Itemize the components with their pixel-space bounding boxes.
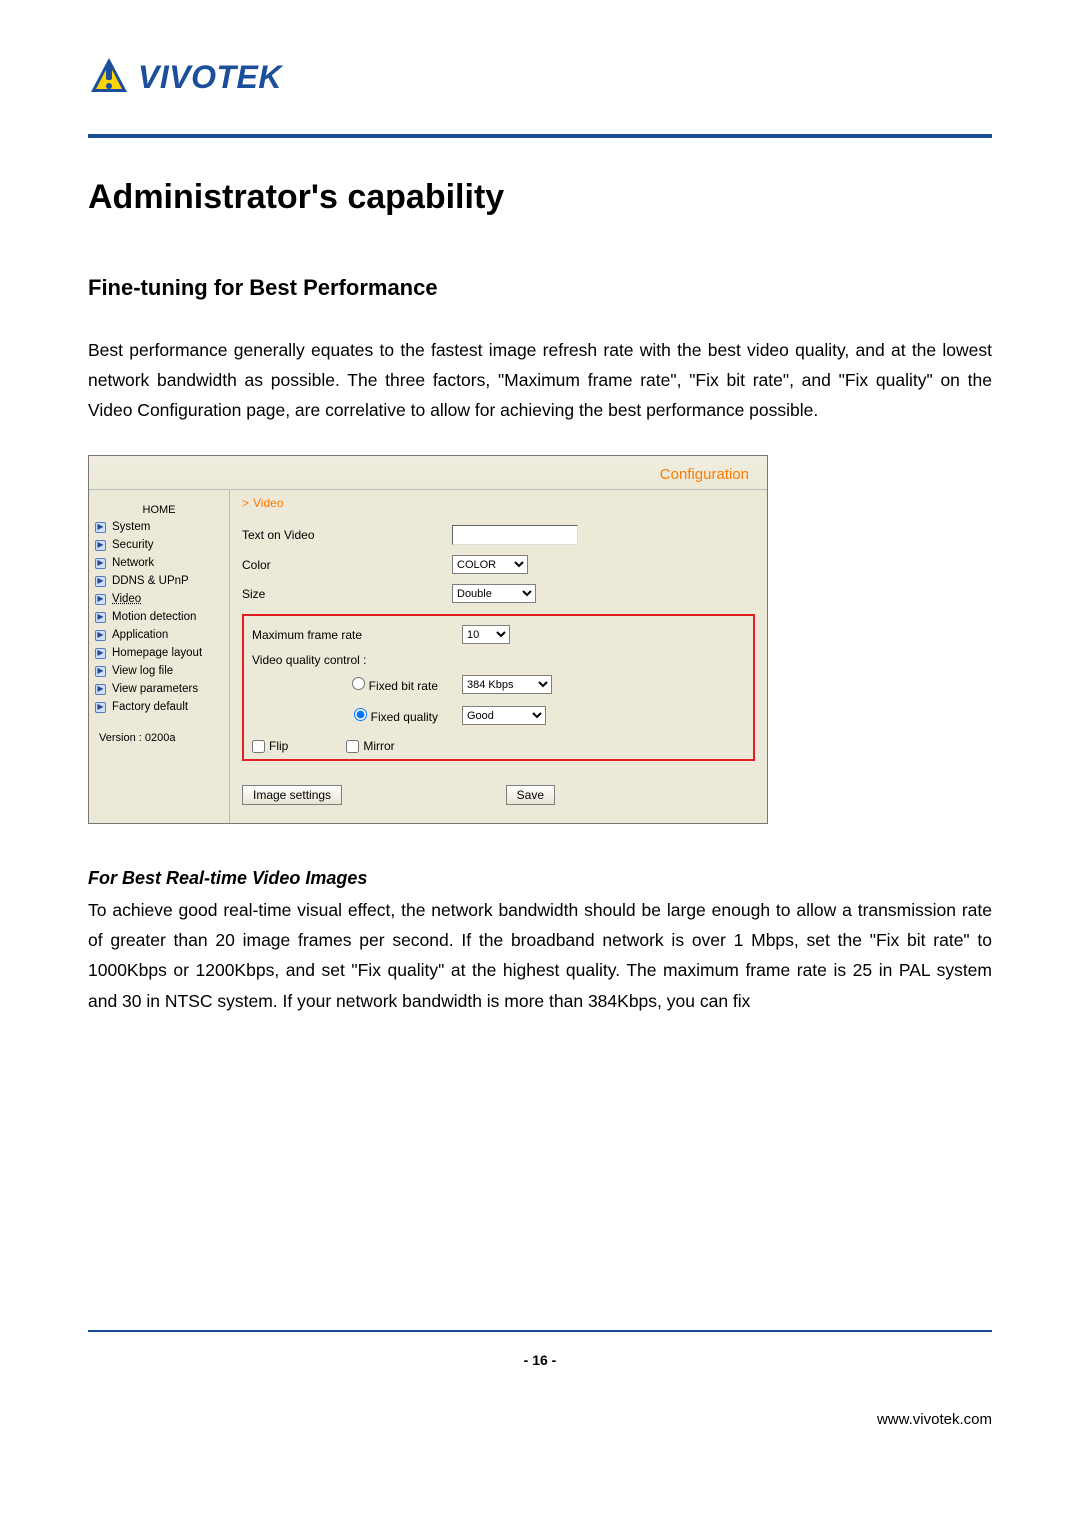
quality-select[interactable]: Good	[462, 706, 546, 725]
header-rule	[88, 134, 992, 138]
label-text-on-video: Text on Video	[242, 528, 452, 542]
sidebar-item-label: Application	[112, 629, 168, 641]
arrow-right-icon: ▶	[95, 576, 106, 587]
arrow-right-icon: ▶	[95, 540, 106, 551]
sidebar-item-motion-detection[interactable]: ▶ Motion detection	[95, 608, 223, 626]
breadcrumb: > Video	[242, 490, 755, 520]
sidebar-item-homepage-layout[interactable]: ▶ Homepage layout	[95, 644, 223, 662]
sidebar-item-network[interactable]: ▶ Network	[95, 554, 223, 572]
footer-rule	[88, 1330, 992, 1332]
flip-checkbox[interactable]	[252, 740, 265, 753]
section-heading: Fine-tuning for Best Performance	[88, 275, 992, 301]
label-size: Size	[242, 587, 452, 601]
save-button[interactable]: Save	[506, 785, 555, 805]
fixed-bit-rate-radio-label[interactable]: Fixed bit rate	[252, 677, 462, 693]
fixed-bit-rate-radio[interactable]	[352, 677, 365, 690]
sidebar-item-label: DDNS & UPnP	[112, 575, 189, 587]
sidebar-item-application[interactable]: ▶ Application	[95, 626, 223, 644]
label-flip: Flip	[269, 739, 288, 753]
highlighted-settings-box: Maximum frame rate 10 Video quality cont…	[242, 614, 755, 761]
label-mirror: Mirror	[363, 739, 394, 753]
sidebar-item-label: View log file	[112, 665, 173, 677]
arrow-right-icon: ▶	[95, 702, 106, 713]
breadcrumb-prefix: >	[242, 496, 249, 510]
sidebar-item-label: Factory default	[112, 701, 188, 713]
arrow-right-icon: ▶	[95, 666, 106, 677]
brand-logo: VIVOTEK	[88, 56, 992, 98]
sidebar-item-view-log-file[interactable]: ▶ View log file	[95, 662, 223, 680]
image-settings-button[interactable]: Image settings	[242, 785, 342, 805]
breadcrumb-video: Video	[253, 496, 283, 510]
sidebar-item-label: Network	[112, 557, 154, 569]
arrow-right-icon: ▶	[95, 612, 106, 623]
label-max-frame-rate: Maximum frame rate	[252, 628, 462, 642]
arrow-right-icon: ▶	[95, 630, 106, 641]
label-color: Color	[242, 558, 452, 572]
sidebar-version-label: Version : 0200a	[95, 716, 223, 744]
page-number: - 16 -	[0, 1352, 1080, 1368]
frame-rate-select[interactable]: 10	[462, 625, 510, 644]
label-video-quality-control: Video quality control :	[252, 649, 745, 671]
fixed-quality-radio-label[interactable]: Fixed quality	[252, 708, 462, 724]
label-fixed-quality: Fixed quality	[371, 710, 438, 724]
sidebar-item-label: View parameters	[112, 683, 198, 695]
arrow-right-icon: ▶	[95, 594, 106, 605]
sidebar-item-label: Homepage layout	[112, 647, 202, 659]
config-header-label: Configuration	[89, 456, 767, 490]
label-fixed-bit-rate: Fixed bit rate	[369, 679, 438, 693]
arrow-right-icon: ▶	[95, 558, 106, 569]
logo-mark-icon	[88, 56, 130, 98]
config-sidebar: HOME ▶ System ▶ Security ▶ Network ▶ DDN…	[89, 490, 229, 823]
sidebar-item-label: Motion detection	[112, 611, 196, 623]
sidebar-item-factory-default[interactable]: ▶ Factory default	[95, 698, 223, 716]
subsection-heading: For Best Real-time Video Images	[88, 868, 992, 889]
sidebar-item-label: System	[112, 521, 150, 533]
sidebar-home-link[interactable]: HOME	[95, 500, 223, 518]
configuration-screenshot: Configuration HOME ▶ System ▶ Security ▶…	[88, 455, 768, 824]
arrow-right-icon: ▶	[95, 522, 106, 533]
arrow-right-icon: ▶	[95, 684, 106, 695]
mirror-checkbox-label[interactable]: Mirror	[346, 739, 394, 753]
mirror-checkbox[interactable]	[346, 740, 359, 753]
footer-url: www.vivotek.com	[877, 1411, 992, 1428]
color-select[interactable]: COLOR	[452, 555, 528, 574]
size-select[interactable]: Double	[452, 584, 536, 603]
sidebar-item-ddns-upnp[interactable]: ▶ DDNS & UPnP	[95, 572, 223, 590]
intro-paragraph: Best performance generally equates to th…	[88, 335, 992, 425]
sidebar-item-security[interactable]: ▶ Security	[95, 536, 223, 554]
bit-rate-select[interactable]: 384 Kbps	[462, 675, 552, 694]
config-content: > Video Text on Video Color COLOR Size	[229, 490, 767, 823]
text-on-video-input[interactable]	[452, 525, 578, 545]
subsection-paragraph: To achieve good real-time visual effect,…	[88, 895, 992, 1015]
sidebar-item-system[interactable]: ▶ System	[95, 518, 223, 536]
fixed-quality-radio[interactable]	[354, 708, 367, 721]
sidebar-item-label: Video	[112, 593, 141, 605]
logo-text: VIVOTEK	[138, 59, 282, 96]
arrow-right-icon: ▶	[95, 648, 106, 659]
sidebar-item-label: Security	[112, 539, 154, 551]
page-title: Administrator's capability	[88, 178, 992, 217]
sidebar-item-view-parameters[interactable]: ▶ View parameters	[95, 680, 223, 698]
flip-checkbox-label[interactable]: Flip	[252, 739, 288, 753]
sidebar-item-video[interactable]: ▶ Video	[95, 590, 223, 608]
